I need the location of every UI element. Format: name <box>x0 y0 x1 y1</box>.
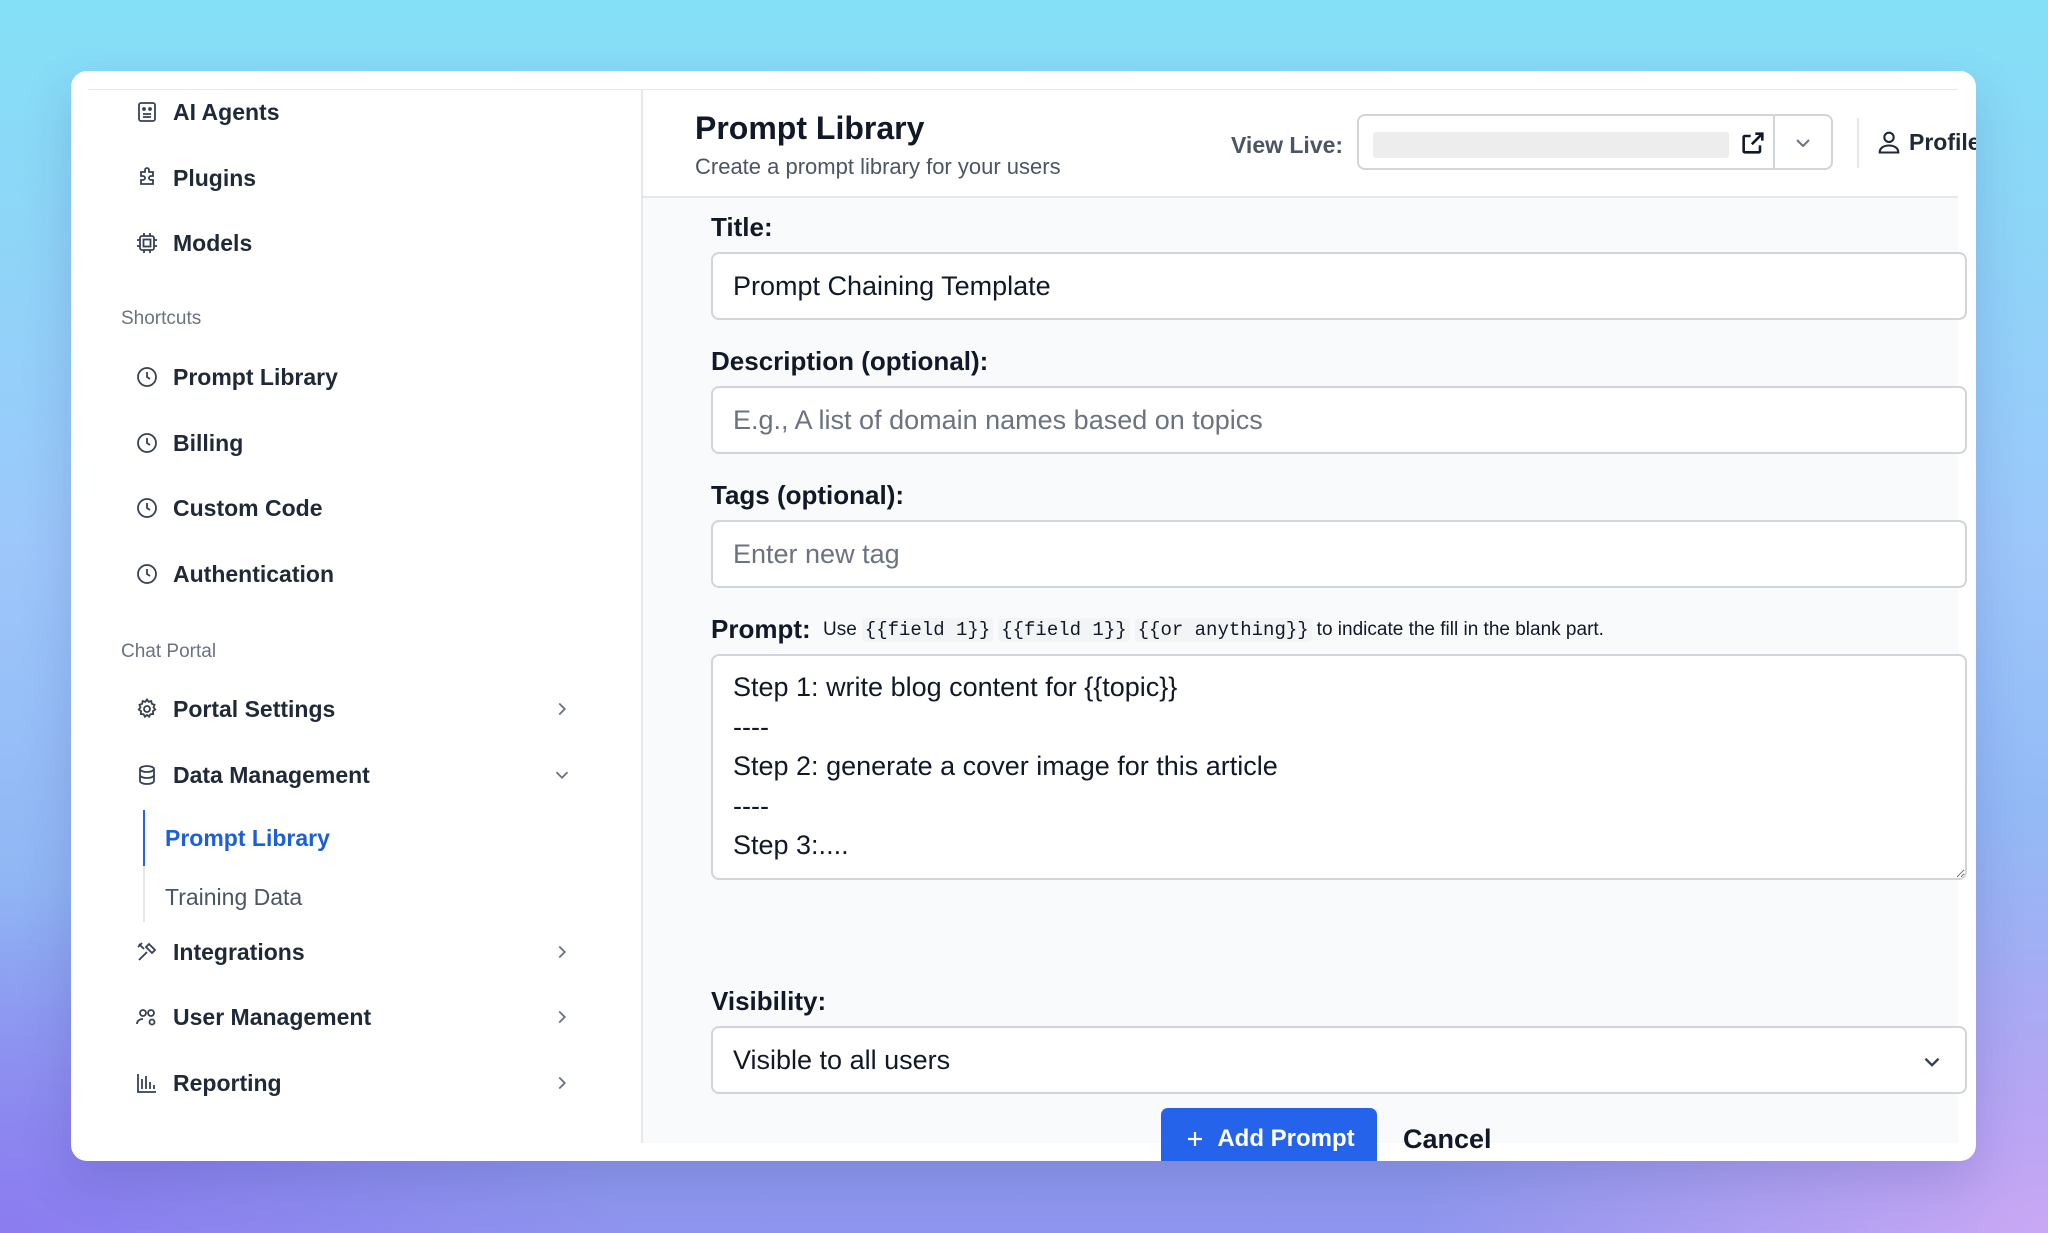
sidebar-item-user-management[interactable]: User Management <box>133 995 573 1039</box>
submenu-line <box>143 866 145 922</box>
view-live-divider <box>1773 116 1775 168</box>
prompt-hint: Use {{field 1}} {{field 1}} {{or anythin… <box>823 618 1604 642</box>
prompt-hint-rest: to indicate the fill in the blank part. <box>1316 619 1604 640</box>
placeholder-chip: {{or anything}} <box>1134 618 1312 642</box>
tags-input[interactable] <box>711 520 1967 588</box>
sidebar-item-integrations[interactable]: Integrations <box>133 930 573 974</box>
bar-chart-icon <box>133 1069 161 1097</box>
tools-icon <box>133 938 161 966</box>
visibility-select[interactable]: Visible to all users <box>711 1026 1967 1094</box>
page-header: Prompt Library Create a prompt library f… <box>643 90 1976 198</box>
title-input[interactable] <box>711 252 1967 320</box>
section-label-chat-portal: Chat Portal <box>121 641 217 662</box>
sidebar-item-plugins[interactable]: Plugins <box>133 156 573 200</box>
view-live-label: View Live: <box>1231 132 1344 158</box>
placeholder-chip: {{field 1}} <box>861 618 994 642</box>
sidebar-item-models[interactable]: Models <box>133 221 573 265</box>
clock-icon <box>133 429 161 457</box>
section-label-shortcuts: Shortcuts <box>121 308 202 329</box>
header-divider <box>1857 118 1859 168</box>
submenu-item-training-data[interactable]: Training Data <box>165 884 302 911</box>
sidebar-item-portal-settings[interactable]: Portal Settings <box>133 687 573 731</box>
sidebar-item-data-management[interactable]: Data Management <box>133 753 573 797</box>
chevron-right-icon <box>558 702 567 716</box>
placeholder-chip: {{field 1}} <box>998 618 1130 642</box>
profile-label: Profile <box>1909 128 1976 155</box>
chevron-right-icon <box>558 945 567 959</box>
description-label: Description (optional): <box>711 346 989 376</box>
sidebar-item-authentication[interactable]: Authentication <box>133 552 573 596</box>
sidebar-item-label: AI Agents <box>173 98 280 125</box>
prompt-form: Title: Description (optional): Tags (opt… <box>643 198 1967 1161</box>
external-link-icon[interactable] <box>1739 129 1767 157</box>
sidebar-item-label: Prompt Library <box>173 363 338 390</box>
sidebar-item-label: User Management <box>173 1003 372 1030</box>
visibility-value: Visible to all users <box>733 1044 951 1075</box>
sidebar-item-billing[interactable]: Billing <box>133 421 573 465</box>
sidebar-item-label: Portal Settings <box>173 695 336 722</box>
sidebar-item-label: Integrations <box>173 938 305 965</box>
add-prompt-label: Add Prompt <box>1217 1125 1355 1152</box>
cpu-chip-icon <box>133 229 161 257</box>
chevron-right-icon <box>558 1076 567 1090</box>
prompt-hint-use: Use <box>823 619 857 640</box>
submenu-active-indicator <box>143 810 145 866</box>
puzzle-icon <box>133 164 161 192</box>
title-label: Title: <box>711 212 773 242</box>
sidebar-item-label: Custom Code <box>173 494 323 521</box>
app-window: AI Agents Plugins Models Shortcuts Promp… <box>71 71 1976 1161</box>
page-subtitle: Create a prompt library for your users <box>695 154 1061 179</box>
clock-icon <box>133 363 161 391</box>
sidebar-item-ai-agents[interactable]: AI Agents <box>133 90 573 134</box>
sidebar-item-label: Authentication <box>173 560 334 587</box>
sidebar-item-label: Data Management <box>173 761 370 788</box>
view-live-url-field[interactable] <box>1373 132 1729 158</box>
sidebar-item-label: Plugins <box>173 164 257 191</box>
visibility-label: Visibility: <box>711 986 827 1016</box>
clock-icon <box>133 560 161 588</box>
plus-icon <box>1188 1132 1203 1146</box>
submenu-item-prompt-library[interactable]: Prompt Library <box>165 825 330 852</box>
gear-icon <box>133 695 161 723</box>
chevron-right-icon <box>558 1010 567 1024</box>
sidebar-item-reporting[interactable]: Reporting <box>133 1061 573 1105</box>
sidebar-item-custom-code[interactable]: Custom Code <box>133 486 573 530</box>
chevron-down-icon <box>555 771 569 780</box>
robot-icon <box>133 98 161 126</box>
add-prompt-button[interactable]: Add Prompt <box>1161 1108 1377 1161</box>
cancel-button[interactable]: Cancel <box>1403 1124 1492 1155</box>
users-gear-icon <box>133 1003 161 1031</box>
chevron-down-icon[interactable] <box>1791 131 1815 155</box>
prompt-textarea[interactable]: Step 1: write blog content for {{topic}}… <box>711 654 1967 880</box>
view-live-selector[interactable] <box>1357 114 1833 170</box>
sidebar-item-label: Billing <box>173 429 244 456</box>
tags-label: Tags (optional): <box>711 480 905 510</box>
chevron-down-icon <box>1924 1057 1940 1067</box>
description-input[interactable] <box>711 386 1967 454</box>
sidebar: AI Agents Plugins Models Shortcuts Promp… <box>89 90 643 1143</box>
sidebar-item-label: Models <box>173 229 253 256</box>
profile-button[interactable]: Profile <box>1875 122 1976 162</box>
sidebar-item-prompt-library[interactable]: Prompt Library <box>133 355 573 399</box>
page-title: Prompt Library <box>695 110 925 146</box>
sidebar-item-label: Reporting <box>173 1069 282 1096</box>
prompt-label: Prompt: <box>711 614 811 644</box>
user-icon <box>1878 131 1900 154</box>
database-icon <box>133 761 161 789</box>
clock-icon <box>133 494 161 522</box>
